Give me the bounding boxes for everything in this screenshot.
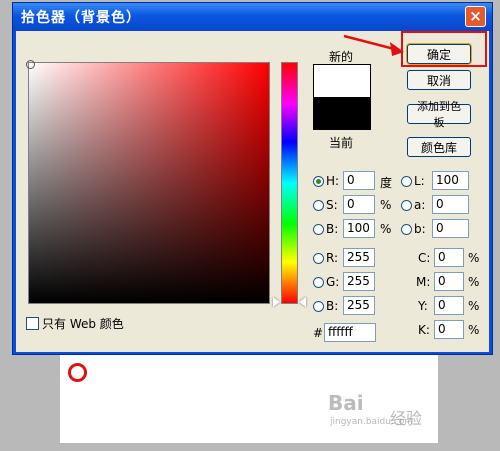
a-channel-label: a: bbox=[414, 198, 426, 212]
b-channel-field[interactable]: 0 bbox=[432, 219, 469, 238]
watermark-url: jingyan.baidu.com bbox=[330, 417, 414, 427]
brightness-field[interactable]: 100 bbox=[343, 219, 375, 238]
b-channel-label: b: bbox=[414, 222, 426, 236]
a-channel-field[interactable]: 0 bbox=[432, 195, 469, 214]
color-libraries-button[interactable]: 颜色库 bbox=[407, 137, 471, 157]
hue-radio[interactable] bbox=[313, 176, 324, 187]
current-color-label: 当前 bbox=[329, 136, 354, 150]
green-field[interactable]: 255 bbox=[343, 272, 375, 291]
dialog-body: 只有 Web 颜色 新的 当前 确定 取消 添加到色板 颜色库 H: 0 度 S… bbox=[16, 31, 489, 352]
green-label: G: bbox=[326, 275, 340, 289]
color-field[interactable] bbox=[28, 62, 270, 304]
brightness-label: B: bbox=[326, 222, 339, 236]
blue-field[interactable]: 255 bbox=[343, 296, 375, 315]
web-colors-only-label: 只有 Web 颜色 bbox=[42, 317, 124, 331]
web-colors-only-option[interactable]: 只有 Web 颜色 bbox=[26, 315, 124, 332]
brightness-unit: % bbox=[380, 222, 392, 236]
window-title: 拾色器（背景色） bbox=[21, 10, 141, 26]
yellow-unit: % bbox=[468, 299, 480, 313]
blue-radio[interactable] bbox=[313, 301, 324, 312]
magenta-label: M: bbox=[416, 275, 431, 289]
watermark-brand: Bai bbox=[328, 391, 364, 415]
cancel-button[interactable]: 取消 bbox=[407, 70, 471, 90]
hue-label: H: bbox=[326, 174, 340, 188]
annotation-highlight-box bbox=[401, 31, 487, 67]
annotation-circle-icon bbox=[68, 363, 87, 382]
current-color-swatch[interactable] bbox=[314, 97, 370, 129]
hue-field[interactable]: 0 bbox=[343, 171, 375, 190]
cyan-label: C: bbox=[418, 251, 431, 265]
lightness-field[interactable]: 100 bbox=[432, 171, 469, 190]
hue-slider-left-arrow-icon[interactable] bbox=[273, 297, 280, 307]
yellow-field[interactable]: 0 bbox=[434, 296, 464, 315]
blue-label: B: bbox=[326, 299, 339, 313]
hex-field[interactable]: ffffff bbox=[324, 323, 376, 342]
black-field[interactable]: 0 bbox=[434, 320, 464, 339]
color-field-marker[interactable] bbox=[26, 60, 35, 69]
magenta-unit: % bbox=[468, 275, 480, 289]
lightness-radio[interactable] bbox=[401, 176, 412, 187]
annotation-arrow-icon bbox=[343, 34, 404, 56]
hue-slider-right-arrow-icon[interactable] bbox=[299, 297, 306, 307]
lower-content-panel: Bai 经验 jingyan.baidu.com bbox=[60, 355, 438, 443]
add-to-swatches-button[interactable]: 添加到色板 bbox=[407, 100, 471, 129]
brightness-radio[interactable] bbox=[313, 224, 324, 235]
green-radio[interactable] bbox=[313, 277, 324, 288]
red-radio[interactable] bbox=[313, 253, 324, 264]
saturation-radio[interactable] bbox=[313, 200, 324, 211]
cyan-unit: % bbox=[468, 251, 480, 265]
hue-slider[interactable] bbox=[281, 62, 298, 304]
saturation-label: S: bbox=[326, 198, 338, 212]
b-channel-radio[interactable] bbox=[401, 224, 412, 235]
hex-label: # bbox=[313, 326, 324, 340]
web-colors-only-checkbox[interactable] bbox=[26, 317, 39, 330]
a-channel-radio[interactable] bbox=[401, 200, 412, 211]
hue-unit: 度 bbox=[380, 176, 393, 190]
title-bar[interactable]: 拾色器（背景色） × bbox=[13, 3, 492, 31]
saturation-unit: % bbox=[380, 198, 392, 212]
color-swatch bbox=[313, 64, 371, 130]
close-icon: × bbox=[469, 7, 482, 25]
saturation-field[interactable]: 0 bbox=[343, 195, 375, 214]
yellow-label: Y: bbox=[418, 299, 428, 313]
cyan-field[interactable]: 0 bbox=[434, 248, 464, 267]
magenta-field[interactable]: 0 bbox=[434, 272, 464, 291]
close-button[interactable]: × bbox=[465, 6, 486, 27]
black-label: K: bbox=[418, 323, 430, 337]
black-unit: % bbox=[468, 323, 480, 337]
red-field[interactable]: 255 bbox=[343, 248, 375, 267]
lightness-label: L: bbox=[414, 174, 425, 188]
new-color-swatch bbox=[314, 65, 370, 97]
red-label: R: bbox=[326, 251, 339, 265]
